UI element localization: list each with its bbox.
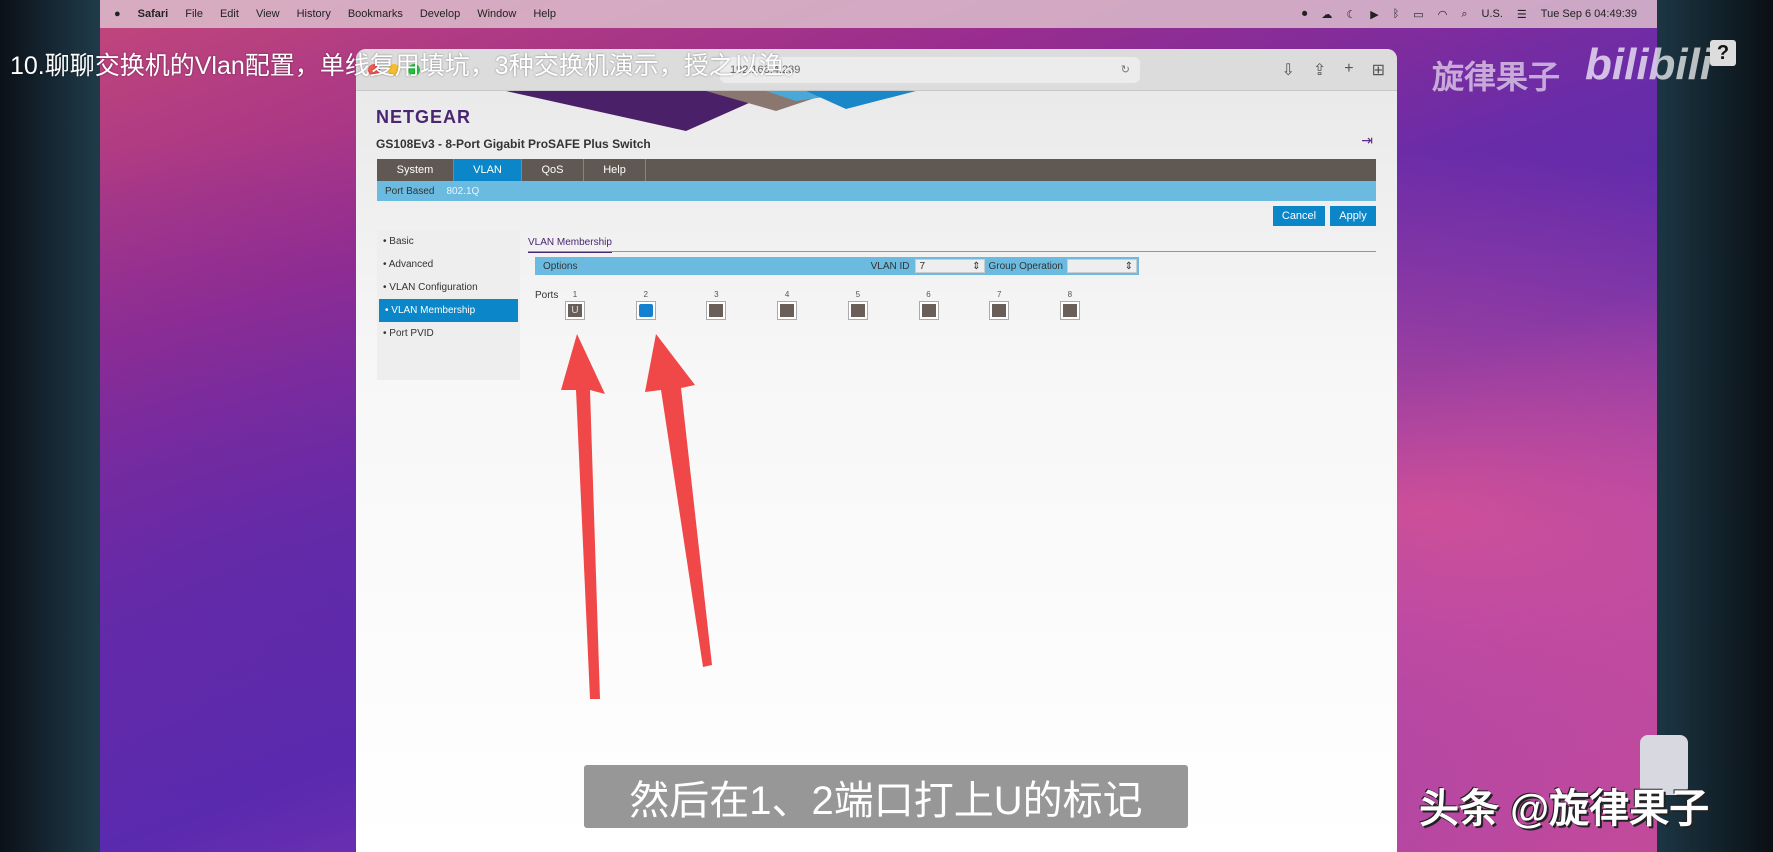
channel-watermark: 旋律果子 <box>1432 59 1561 95</box>
video-subtitle: 然后在1、2端口打上U的标记 <box>584 765 1188 828</box>
red-arrow-port2 <box>645 334 712 667</box>
bilibili-logo: bilibili <box>1585 40 1713 89</box>
toutiao-watermark: 头条 @旋律果子 <box>1419 787 1710 831</box>
red-arrow-port1 <box>561 334 605 699</box>
annotation-arrows <box>561 334 712 699</box>
video-title-overlay: 10.聊聊交换机的Vlan配置，单线复用填坑，3种交换机演示，授之以渔。 <box>10 52 809 80</box>
help-badge[interactable]: ? <box>1710 40 1736 66</box>
